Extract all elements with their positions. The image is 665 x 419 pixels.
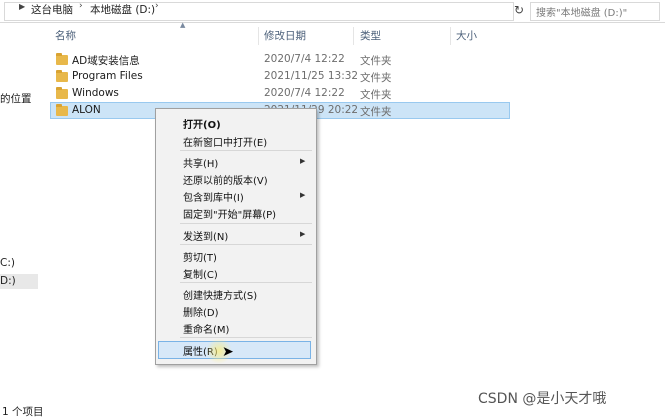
file-name: Program Files [72,70,143,82]
sort-up-icon: ▲ [180,21,186,29]
column-header-modified[interactable]: 修改日期 [264,27,306,45]
file-modified: 2021/11/25 13:32 [264,70,359,82]
menu-item-restore-previous[interactable]: 还原以前的版本(V) [183,172,268,187]
menu-separator [180,282,312,283]
chevron-right-icon[interactable]: › [155,1,159,11]
breadcrumb-local-disk-d[interactable]: 本地磁盘 (D:) [90,2,155,17]
column-divider[interactable] [258,27,259,45]
chevron-right-icon: ▶ [300,191,306,199]
search-placeholder: 搜索"本地磁盘 (D:)" [536,8,628,19]
column-divider[interactable] [450,27,451,45]
breadcrumb-this-pc[interactable]: 这台电脑 [31,2,73,17]
nav-item-locations[interactable]: 的位置 [0,91,32,106]
menu-item-delete[interactable]: 删除(D) [183,304,219,319]
file-type: 文件夹 [360,106,392,118]
file-type: 文件夹 [360,72,392,84]
file-modified: 2020/7/4 12:22 [264,87,345,99]
menu-item-rename[interactable]: 重命名(M) [183,321,229,336]
chevron-right-icon[interactable]: ▶ [19,2,25,11]
file-name: ALON [72,104,101,116]
menu-separator [180,244,312,245]
file-type: 文件夹 [360,89,392,101]
nav-item-drive-d[interactable]: D:) [0,275,16,287]
menu-item-pin-to-start[interactable]: 固定到"开始"屏幕(P) [183,206,276,221]
menu-item-hover-highlight [158,341,311,359]
menu-item-open[interactable]: 打开(O) [183,116,221,131]
menu-item-open-new-window[interactable]: 在新窗口中打开(E) [183,134,267,149]
file-name: Windows [72,87,119,99]
menu-item-copy[interactable]: 复制(C) [183,266,218,281]
refresh-icon[interactable]: ↻ [510,2,528,19]
menu-item-send-to[interactable]: 发送到(N) [183,228,228,243]
menu-item-include-in-library[interactable]: 包含到库中(I) [183,189,244,204]
mouse-cursor-icon: ➤ [222,344,234,360]
chevron-right-icon: ▶ [300,157,306,165]
column-divider[interactable] [353,27,354,45]
chevron-right-icon[interactable]: › [79,1,83,11]
column-header-type[interactable]: 类型 [360,27,381,45]
file-modified: 2020/7/4 12:22 [264,53,345,65]
menu-item-cut[interactable]: 剪切(T) [183,249,217,264]
column-header-name[interactable]: 名称 [55,27,76,45]
folder-icon [56,53,68,65]
chevron-right-icon: ▶ [300,230,306,238]
menu-separator [180,337,312,338]
file-name: AD域安装信息 [72,55,140,67]
column-header-size[interactable]: 大小 [456,27,477,45]
folder-icon [56,70,68,82]
menu-item-share[interactable]: 共享(H) [183,155,218,170]
menu-separator [180,223,312,224]
file-type: 文件夹 [360,55,392,67]
folder-icon [56,104,68,116]
watermark: CSDN @是小天才哦 [478,391,607,407]
status-item-count: 1 个项目 [2,406,44,418]
menu-item-create-shortcut[interactable]: 创建快捷方式(S) [183,287,257,302]
nav-item-drive-c[interactable]: C:) [0,257,15,269]
folder-icon [56,87,68,99]
menu-separator [180,150,312,151]
